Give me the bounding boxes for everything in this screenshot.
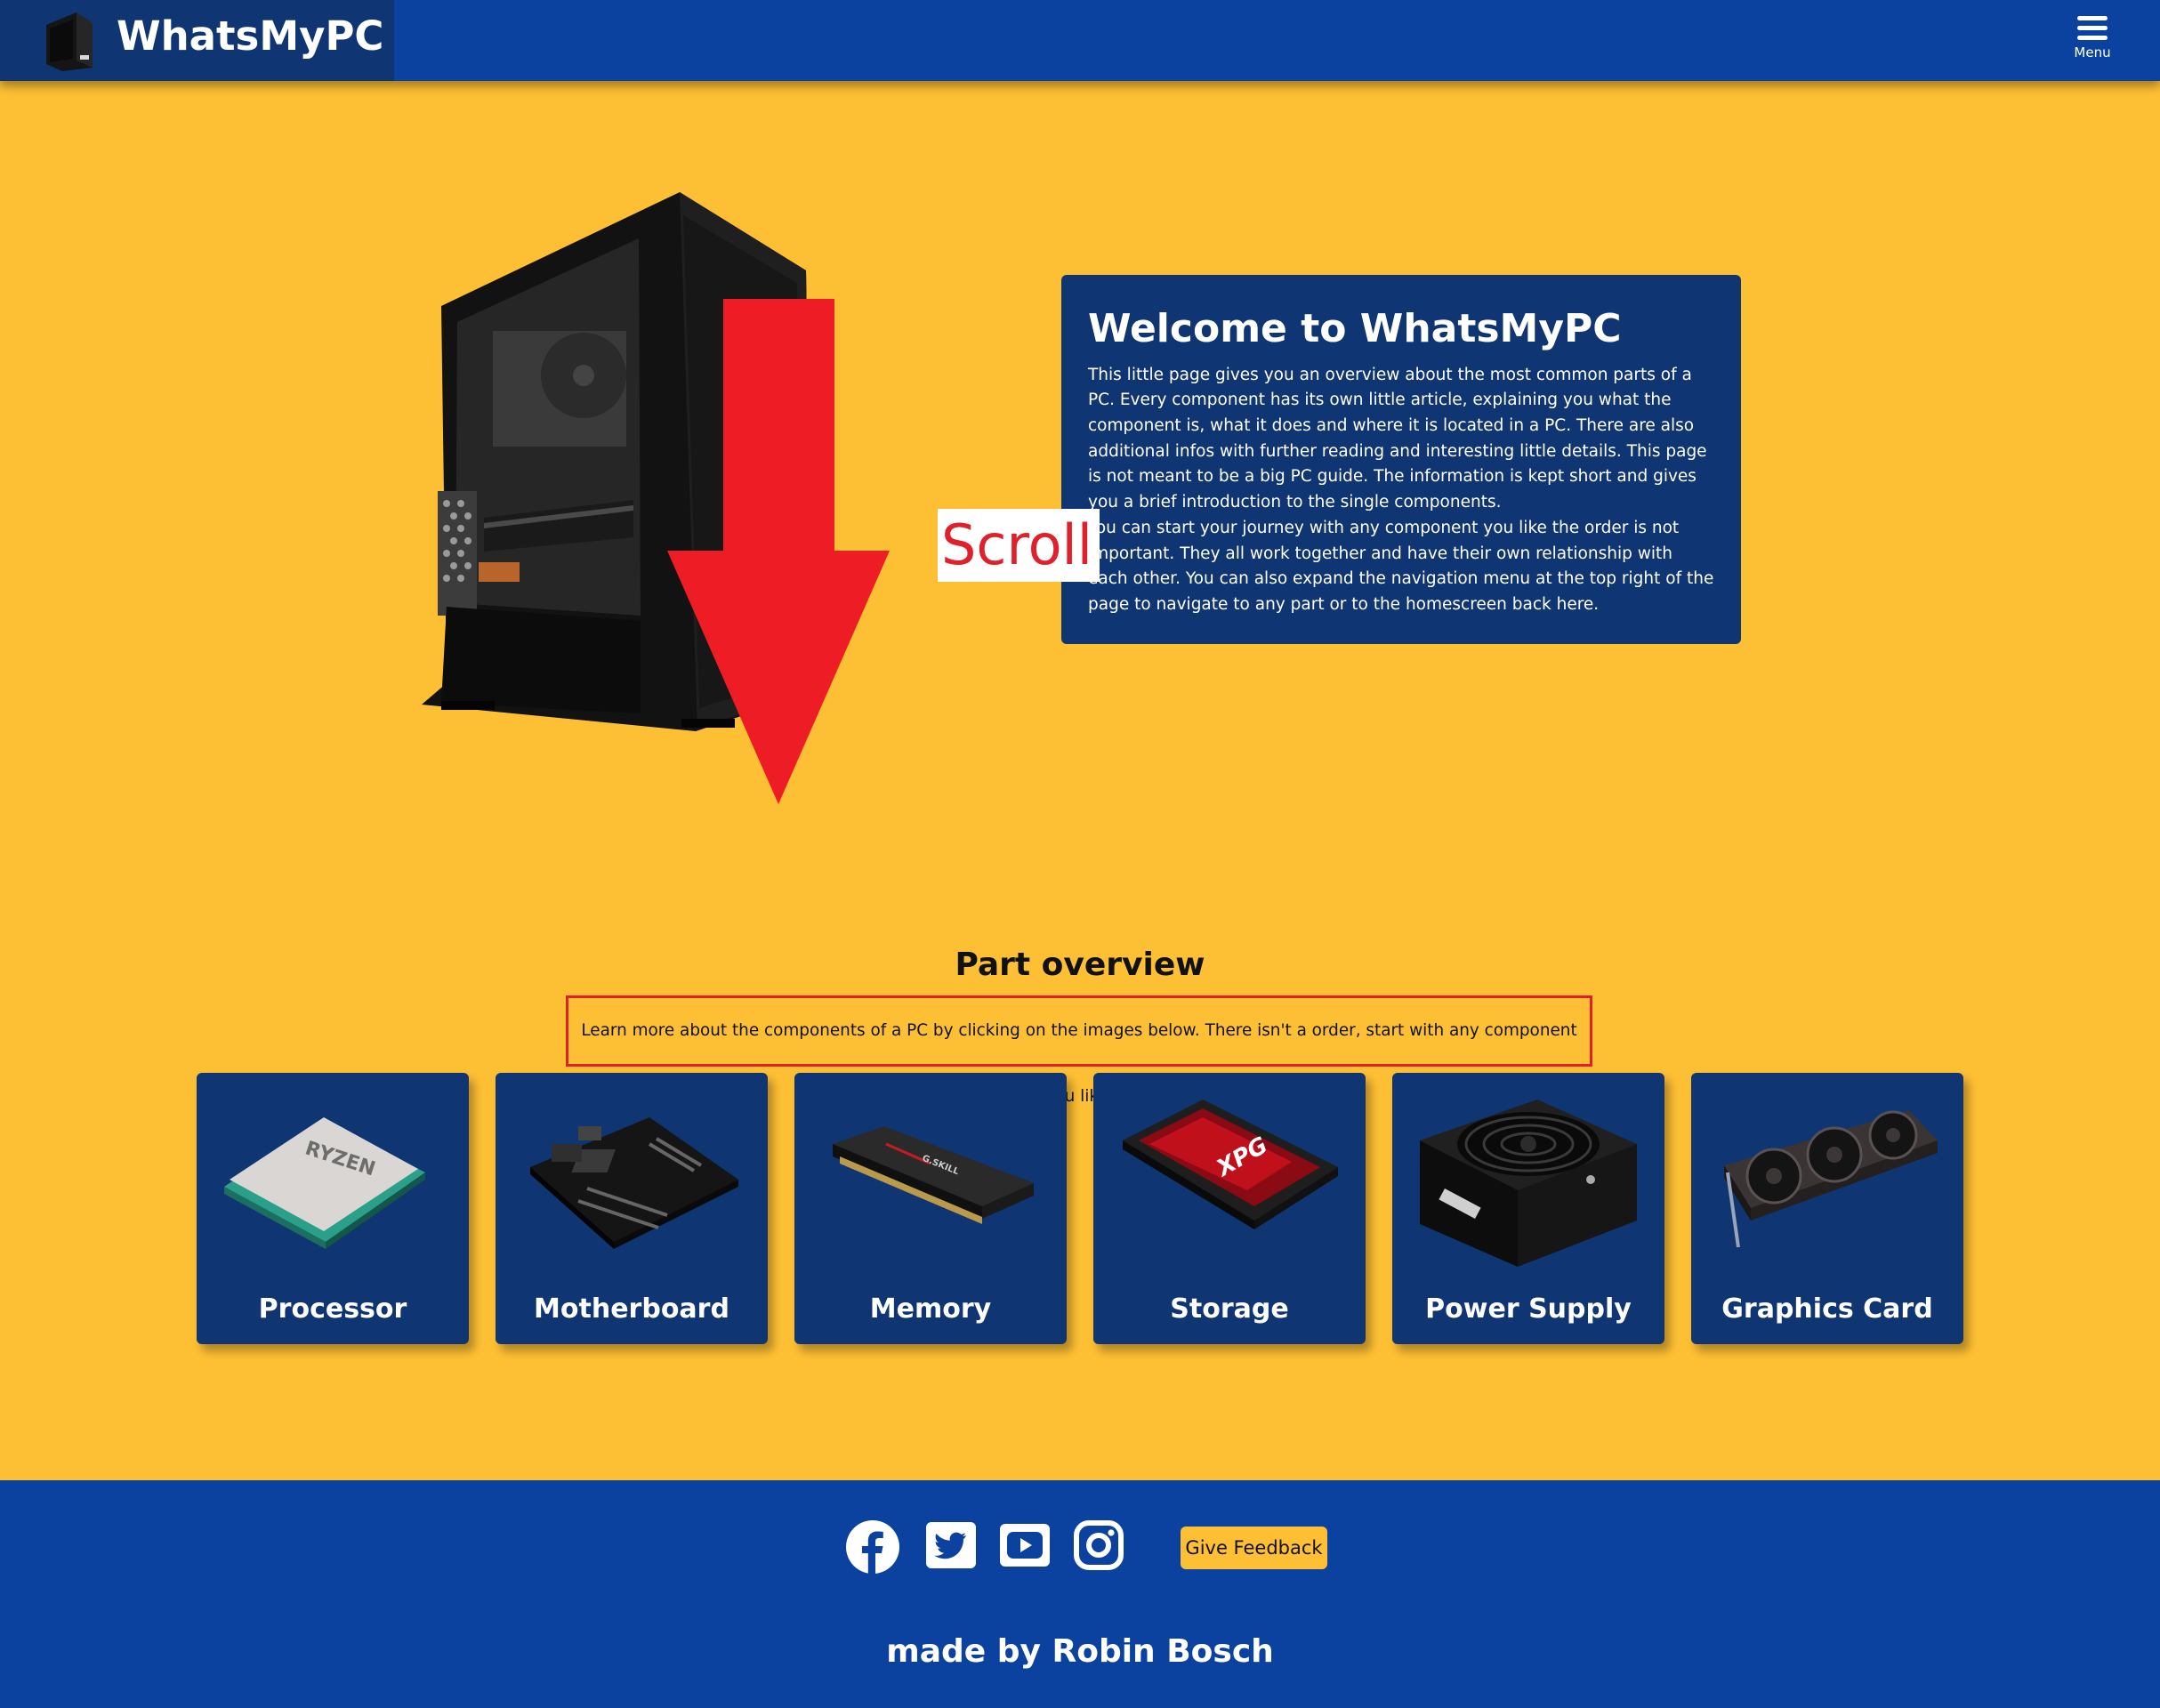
hamburger-icon: [2077, 16, 2108, 40]
top-header: WhatsMyPC Menu: [0, 0, 2160, 81]
welcome-paragraph: You can start your journey with any comp…: [1088, 518, 1714, 614]
pc-case-icon: [46, 12, 93, 71]
brand-name: WhatsMyPC: [117, 12, 384, 60]
parts-title: Part overview: [955, 947, 1205, 983]
part-card-power-supply[interactable]: Power Supply: [1392, 1073, 1664, 1344]
motherboard-icon: [530, 1117, 738, 1249]
parts-intro: Learn more about the components of a PC …: [566, 995, 1592, 1106]
part-label: Processor: [258, 1293, 407, 1325]
part-card-memory[interactable]: G.SKILL Memory: [794, 1073, 1067, 1344]
gpu-icon: [1724, 1110, 1938, 1248]
part-card-graphics-card[interactable]: Graphics Card: [1691, 1073, 1963, 1344]
footer: [0, 1480, 2160, 1708]
welcome-paragraph: This little page gives you an overview a…: [1088, 365, 1707, 512]
ssd-icon: XPG: [1123, 1100, 1338, 1229]
made-by-credit: made by Robin Bosch: [886, 1633, 1274, 1670]
part-label: Memory: [869, 1293, 992, 1325]
ram-icon: G.SKILL: [833, 1126, 1034, 1224]
part-label: Power Supply: [1425, 1293, 1632, 1325]
youtube-icon[interactable]: [1000, 1520, 1050, 1570]
menu-label: Menu: [2074, 44, 2111, 60]
brand-home-link[interactable]: WhatsMyPC: [0, 0, 394, 81]
part-card-processor[interactable]: RYZEN Processor: [197, 1073, 469, 1344]
welcome-card: Welcome to WhatsMyPC This little page gi…: [1061, 275, 1741, 644]
part-card-motherboard[interactable]: Motherboard: [496, 1073, 768, 1344]
part-label: Graphics Card: [1721, 1293, 1933, 1325]
instagram-icon[interactable]: [1074, 1520, 1124, 1570]
cpu-icon: RYZEN: [224, 1117, 425, 1249]
welcome-title: Welcome to WhatsMyPC: [1088, 306, 1622, 351]
scroll-label: Scroll: [938, 509, 1100, 582]
part-label: Motherboard: [534, 1293, 729, 1325]
twitter-icon[interactable]: [926, 1520, 976, 1570]
menu-button[interactable]: Menu: [2062, 16, 2123, 69]
facebook-icon[interactable]: [846, 1520, 899, 1574]
arrow-down-icon: [667, 299, 890, 804]
psu-icon: [1420, 1100, 1637, 1267]
part-card-storage[interactable]: XPG Storage: [1093, 1073, 1366, 1344]
give-feedback-button[interactable]: Give Feedback: [1181, 1527, 1327, 1569]
part-label: Storage: [1170, 1293, 1289, 1325]
